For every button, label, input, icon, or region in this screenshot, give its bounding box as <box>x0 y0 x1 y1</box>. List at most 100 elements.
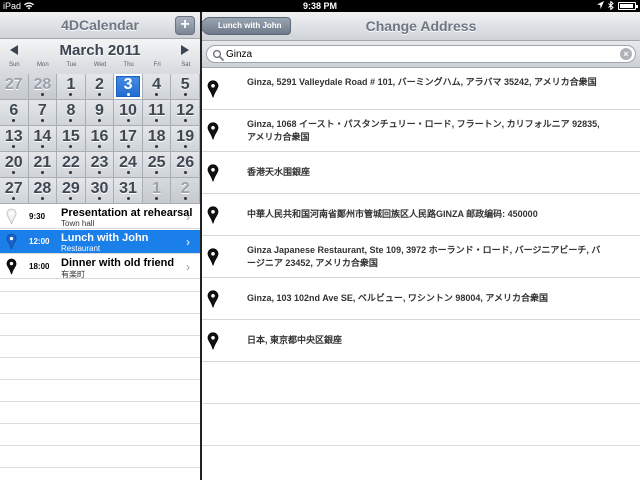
event-dot-icon <box>155 119 159 122</box>
event-dot-icon <box>126 93 130 96</box>
status-right <box>597 0 638 10</box>
map-pin-icon <box>207 122 219 140</box>
day-number: 30 <box>90 180 109 197</box>
status-time: 9:38 PM <box>302 1 337 11</box>
calendar-day[interactable]: 1 <box>142 178 172 204</box>
calendar-day[interactable]: 14 <box>28 126 58 152</box>
event-dot-icon <box>69 145 73 148</box>
address-result-row[interactable]: 中華人民共和国河南省鄭州市管城回族区人民路GINZA 邮政编码: 450000 <box>202 194 640 236</box>
add-event-button[interactable]: + <box>175 16 195 35</box>
event-title: Dinner with old friend <box>61 257 175 269</box>
search-field[interactable]: × <box>206 45 636 63</box>
day-number: 20 <box>4 154 23 171</box>
calendar-day[interactable]: 18 <box>142 126 172 152</box>
next-month-icon[interactable] <box>181 45 189 55</box>
calendar-day[interactable]: 17 <box>114 126 143 152</box>
event-row[interactable]: 18:00 Dinner with old friend 有楽町 › <box>0 255 200 279</box>
address-text: Ginza Japanese Restaurant, Ste 109, 3972… <box>247 245 601 268</box>
calendar-day[interactable]: 23 <box>85 152 115 178</box>
calendar-day[interactable]: 15 <box>57 126 86 152</box>
event-title: Presentation at rehearsal <box>61 207 193 219</box>
calendar-day[interactable]: 12 <box>171 100 200 126</box>
calendar-day[interactable]: 25 <box>142 152 172 178</box>
calendar-day[interactable]: 27 <box>0 178 29 204</box>
event-dot-icon <box>40 93 44 96</box>
calendar-day[interactable]: 16 <box>85 126 115 152</box>
event-time: 9:30 <box>29 212 46 221</box>
day-number: 12 <box>176 102 195 119</box>
event-dot-icon <box>40 171 44 174</box>
map-pin-icon <box>207 164 219 182</box>
address-result-row[interactable]: 香港天水围銀座 <box>202 152 640 194</box>
calendar-day[interactable]: 7 <box>28 100 58 126</box>
address-result-row[interactable]: Ginza, 1068 イースト・パスタンチュリー・ロード, フラートン, カリ… <box>202 110 640 152</box>
event-row[interactable]: 12:00 Lunch with John Restaurant › <box>0 230 200 254</box>
day-number: 16 <box>90 128 109 145</box>
event-row[interactable]: 9:30 Presentation at rehearsal Town hall › <box>0 205 200 229</box>
day-number: 11 <box>148 102 166 119</box>
address-results-list: Ginza, 5291 Valleydale Road # 101, バーミング… <box>202 68 640 480</box>
calendar-day[interactable]: 28 <box>28 178 58 204</box>
day-number: 7 <box>37 102 47 119</box>
chevron-right-icon: › <box>186 210 190 224</box>
search-input[interactable] <box>226 47 616 61</box>
calendar-day[interactable]: 6 <box>0 100 29 126</box>
calendar-day[interactable]: 27 <box>0 74 29 100</box>
battery-icon <box>618 2 638 10</box>
event-dot-icon <box>40 119 44 122</box>
event-dot-icon <box>183 145 187 148</box>
calendar-day[interactable]: 30 <box>85 178 115 204</box>
day-number: 9 <box>95 102 104 119</box>
event-dot-icon <box>155 145 159 148</box>
event-dot-icon <box>69 93 73 96</box>
calendar-day[interactable]: 22 <box>57 152 86 178</box>
event-dot-icon <box>183 93 187 96</box>
clear-search-icon[interactable]: × <box>620 48 632 60</box>
address-result-row[interactable]: Ginza, 5291 Valleydale Road # 101, バーミング… <box>202 68 640 110</box>
event-dot-icon <box>183 197 187 200</box>
calendar-day[interactable]: 31 <box>114 178 143 204</box>
calendar-day-today[interactable]: 3 <box>114 74 143 100</box>
event-dot-icon <box>40 145 44 148</box>
day-number: 23 <box>90 154 109 171</box>
day-number: 1 <box>152 180 162 197</box>
calendar-day[interactable]: 19 <box>171 126 200 152</box>
calendar-day[interactable]: 10 <box>114 100 143 126</box>
address-text: 日本, 東京都中央区銀座 <box>247 335 343 345</box>
calendar-day[interactable]: 9 <box>85 100 115 126</box>
day-number: 14 <box>33 128 52 145</box>
calendar-day[interactable]: 13 <box>0 126 29 152</box>
day-number: 1 <box>66 76 76 93</box>
calendar-day[interactable]: 29 <box>57 178 86 204</box>
event-dot-icon <box>69 197 73 200</box>
location-icon <box>597 1 604 9</box>
address-text: 中華人民共和国河南省鄭州市管城回族区人民路GINZA 邮政编码: 450000 <box>247 209 538 219</box>
event-dot-icon <box>40 197 44 200</box>
address-pane: Lunch with John Change Address × Ginza, … <box>202 12 640 480</box>
calendar-day[interactable]: 20 <box>0 152 29 178</box>
calendar-day[interactable]: 2 <box>85 74 115 100</box>
weekday-label: Sun <box>8 62 20 68</box>
day-number: 24 <box>119 154 137 171</box>
event-dot-icon <box>97 145 101 148</box>
map-pin-icon <box>207 290 219 308</box>
calendar-day[interactable]: 1 <box>57 74 86 100</box>
calendar-day[interactable]: 28 <box>28 74 58 100</box>
calendar-day[interactable]: 26 <box>171 152 200 178</box>
address-text: Ginza, 103 102nd Ave SE, ベルビュー, ワシントン 98… <box>247 293 548 303</box>
address-result-row[interactable]: 日本, 東京都中央区銀座 <box>202 320 640 362</box>
calendar-day[interactable]: 21 <box>28 152 58 178</box>
day-number: 3 <box>123 76 133 93</box>
month-label: March 2011 <box>59 42 141 59</box>
event-time: 18:00 <box>29 262 50 271</box>
calendar-day[interactable]: 11 <box>142 100 172 126</box>
calendar-day[interactable]: 2 <box>171 178 200 204</box>
address-result-row[interactable]: Ginza, 103 102nd Ave SE, ベルビュー, ワシントン 98… <box>202 278 640 320</box>
address-text: Ginza, 5291 Valleydale Road # 101, バーミング… <box>247 77 597 87</box>
calendar-day[interactable]: 5 <box>171 74 200 100</box>
calendar-day[interactable]: 4 <box>142 74 172 100</box>
address-result-row[interactable]: Ginza Japanese Restaurant, Ste 109, 3972… <box>202 236 640 278</box>
day-number: 15 <box>62 128 80 145</box>
calendar-day[interactable]: 8 <box>57 100 86 126</box>
calendar-day[interactable]: 24 <box>114 152 143 178</box>
